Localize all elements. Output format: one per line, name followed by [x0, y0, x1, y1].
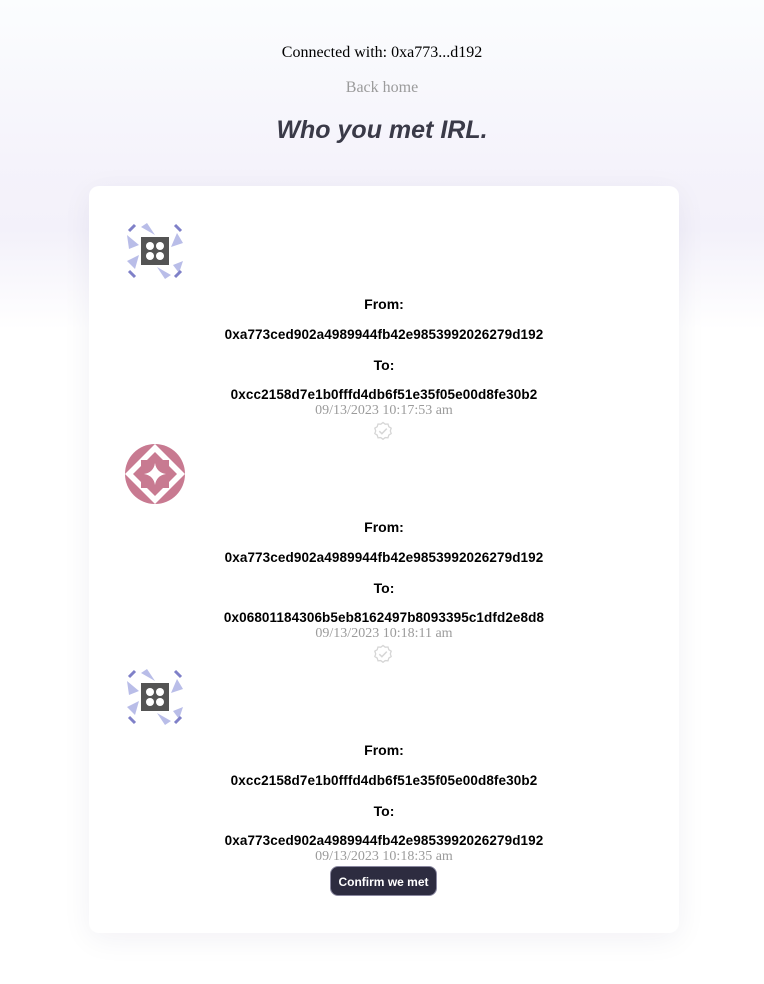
blue-grid-identicon-icon: [125, 667, 185, 727]
to-label: To:: [373, 580, 395, 596]
to-label: To:: [373, 357, 395, 373]
verified-check-icon: [374, 644, 392, 664]
page-title: Who you met IRL.: [276, 116, 488, 144]
to-address: 0xcc2158d7e1b0fffd4db6f51e35f05e00d8fe30…: [230, 387, 538, 402]
blue-grid-identicon-icon: [125, 221, 185, 281]
from-label: From:: [364, 296, 404, 312]
timestamp: 09/13/2023 10:18:11 am: [315, 626, 453, 641]
verified-check-icon: [374, 421, 392, 441]
from-address: 0xa773ced902a4989944fb42e9853992026279d1…: [224, 550, 544, 565]
pink-star-identicon-icon: [125, 444, 185, 504]
to-address: 0xa773ced902a4989944fb42e9853992026279d1…: [224, 833, 544, 848]
to-address: 0x06801184306b5eb8162497b8093395c1dfd2e8…: [223, 610, 545, 625]
from-label: From:: [364, 519, 404, 535]
from-address: 0xa773ced902a4989944fb42e9853992026279d1…: [224, 327, 544, 342]
back-home-row: Back home: [0, 79, 764, 97]
connected-wallet-text: Connected with: 0xa773...d192: [281, 44, 483, 61]
timestamp: 09/13/2023 10:17:53 am: [315, 403, 453, 418]
to-label: To:: [373, 803, 395, 819]
from-address: 0xcc2158d7e1b0fffd4db6f51e35f05e00d8fe30…: [230, 773, 538, 788]
from-label: From:: [364, 742, 404, 758]
timestamp: 09/13/2023 10:18:35 am: [315, 849, 453, 864]
back-home-link[interactable]: Back home: [346, 79, 418, 96]
confirm-we-met-button[interactable]: Confirm we met: [330, 866, 437, 896]
meetings-card: From: 0xa773ced902a4989944fb42e985399202…: [89, 186, 679, 933]
